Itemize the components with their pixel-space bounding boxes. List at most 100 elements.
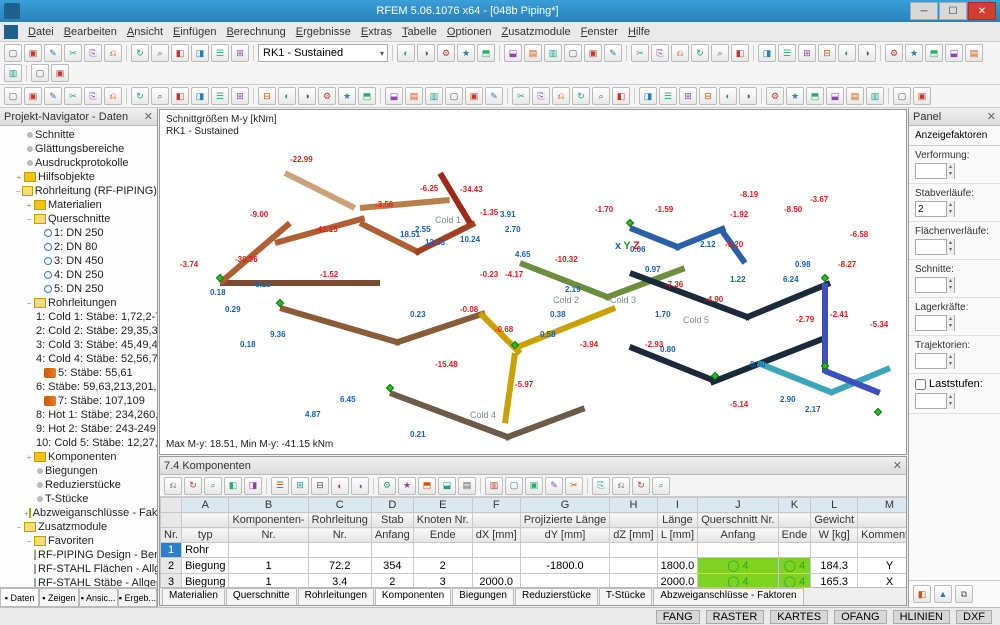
toolbar-button[interactable]: ◐: [719, 87, 737, 105]
tree-item[interactable]: −Querschnitte: [0, 212, 157, 226]
table-tool-button[interactable]: ✂: [565, 477, 583, 495]
toolbar-button[interactable]: ⊞: [231, 44, 249, 62]
toolbar-button[interactable]: ✎: [604, 44, 622, 62]
toolbar-button[interactable]: ⊟: [699, 87, 717, 105]
toolbar-button[interactable]: ◐: [397, 44, 415, 62]
table-close-icon[interactable]: ✕: [893, 459, 902, 472]
nav-tab-0[interactable]: ▪ Daten: [0, 588, 39, 607]
table-tool-button[interactable]: ★: [398, 477, 416, 495]
tree-item[interactable]: 4: Cold 4: Stäbe: 52,56,73,5: [0, 352, 157, 366]
laststufen-checkbox[interactable]: Laststufen:: [915, 378, 994, 390]
tree-item[interactable]: 5: DN 250: [0, 282, 157, 296]
toolbar-button[interactable]: ◨: [191, 44, 209, 62]
tree-item[interactable]: −Rohrleitungen: [0, 296, 157, 310]
tree-item[interactable]: Glättungsbereiche: [0, 142, 157, 156]
factor-spinner[interactable]: [915, 353, 955, 369]
toolbar-button[interactable]: ▢: [31, 64, 49, 82]
toolbar-button[interactable]: ▢: [4, 44, 22, 62]
status-dxf[interactable]: DXF: [956, 610, 992, 624]
panel-icon-3[interactable]: ⧉: [955, 585, 973, 603]
toolbar-button[interactable]: ⬓: [945, 44, 963, 62]
table-tool-button[interactable]: ⎌: [164, 477, 182, 495]
navigator-tree[interactable]: SchnitteGlättungsbereicheAusdruckprotoko…: [0, 126, 157, 587]
toolbar-button[interactable]: ◐: [838, 44, 856, 62]
tree-item[interactable]: 10: Cold 5: Stäbe: 12,27,74: [0, 436, 157, 450]
menu-hilfe[interactable]: Hilfe: [628, 26, 650, 38]
tree-item[interactable]: −Zusatzmodule: [0, 520, 157, 534]
tree-item[interactable]: Schnitte: [0, 128, 157, 142]
nav-tab-1[interactable]: ▪ Zeigen: [39, 588, 78, 607]
menu-extras[interactable]: Extras: [361, 26, 392, 38]
status-ofang[interactable]: OFANG: [834, 610, 887, 624]
table-tool-button[interactable]: ▣: [525, 477, 543, 495]
toolbar-button[interactable]: ⎘: [532, 87, 550, 105]
toolbar-button[interactable]: ▣: [51, 64, 69, 82]
menu-fenster[interactable]: Fenster: [581, 26, 618, 38]
toolbar-button[interactable]: ✂: [631, 44, 649, 62]
toolbar-button[interactable]: ★: [457, 44, 475, 62]
toolbar-button[interactable]: ▣: [24, 44, 42, 62]
toolbar-button[interactable]: ✂: [512, 87, 530, 105]
tree-item[interactable]: +Komponenten: [0, 450, 157, 464]
toolbar-button[interactable]: ⬓: [826, 87, 844, 105]
toolbar-button[interactable]: ★: [338, 87, 356, 105]
tree-item[interactable]: 3: Cold 3: Stäbe: 45,49,46,: [0, 338, 157, 352]
table-tool-button[interactable]: ⎌: [612, 477, 630, 495]
toolbar-button[interactable]: ▤: [524, 44, 542, 62]
menu-datei[interactable]: Datei: [28, 26, 54, 38]
toolbar-button[interactable]: ✎: [485, 87, 503, 105]
tree-item[interactable]: 1: Cold 1: Stäbe: 1,72,2-7,4: [0, 310, 157, 324]
toolbar-button[interactable]: ⎘: [84, 44, 102, 62]
toolbar-button[interactable]: ▣: [465, 87, 483, 105]
table-tool-button[interactable]: ▢: [505, 477, 523, 495]
tree-item[interactable]: 2: DN 80: [0, 240, 157, 254]
toolbar-button[interactable]: ⊟: [818, 44, 836, 62]
toolbar-button[interactable]: ⚙: [318, 87, 336, 105]
toolbar-button[interactable]: ◨: [639, 87, 657, 105]
minimize-button[interactable]: ─: [910, 2, 938, 20]
toolbar-button[interactable]: ▣: [913, 87, 931, 105]
factor-spinner[interactable]: [915, 277, 955, 293]
table-tool-button[interactable]: ◑: [351, 477, 369, 495]
toolbar-button[interactable]: ↻: [572, 87, 590, 105]
menu-berechnung[interactable]: Berechnung: [226, 26, 285, 38]
tree-item[interactable]: 6: Stäbe: 59,63,213,201,20: [0, 380, 157, 394]
factor-spinner[interactable]: [915, 239, 955, 255]
table-tool-button[interactable]: ↻: [632, 477, 650, 495]
toolbar-button[interactable]: ▥: [866, 87, 884, 105]
menu-einfügen[interactable]: Einfügen: [173, 26, 216, 38]
toolbar-button[interactable]: ✂: [64, 87, 82, 105]
table-tool-button[interactable]: ◧: [224, 477, 242, 495]
toolbar-button[interactable]: ▢: [893, 87, 911, 105]
tree-item[interactable]: RF-STAHL Flächen - Allgeme: [0, 562, 157, 576]
toolbar-button[interactable]: ▥: [544, 44, 562, 62]
toolbar-button[interactable]: ⬒: [358, 87, 376, 105]
toolbar-button[interactable]: ◑: [298, 87, 316, 105]
table-tool-button[interactable]: ⬒: [418, 477, 436, 495]
nav-tab-3[interactable]: ▪ Ergeb...: [118, 588, 157, 607]
menu-optionen[interactable]: Optionen: [447, 26, 492, 38]
toolbar-button[interactable]: ▤: [405, 87, 423, 105]
table-grid-wrap[interactable]: ABCDEFGHIJKLMNKomponenten-RohrleitungSta…: [160, 497, 906, 587]
toolbar-button[interactable]: ◑: [417, 44, 435, 62]
model-viewport[interactable]: Schnittgrößen M-y [kNm] RK1 - Sustained …: [159, 109, 907, 455]
tree-item[interactable]: −Favoriten: [0, 534, 157, 548]
table-row[interactable]: 1Rohr: [161, 543, 907, 558]
factor-spinner[interactable]: [915, 315, 955, 331]
toolbar-button[interactable]: ⬓: [385, 87, 403, 105]
menu-tabelle[interactable]: Tabelle: [402, 26, 437, 38]
maximize-button[interactable]: ☐: [939, 2, 967, 20]
toolbar-button[interactable]: ▤: [846, 87, 864, 105]
toolbar-button[interactable]: ⎌: [104, 44, 122, 62]
tree-item[interactable]: RF-STAHL Stäbe - Allgemeine: [0, 576, 157, 587]
toolbar-button[interactable]: ↻: [131, 87, 149, 105]
toolbar-button[interactable]: ✂: [64, 44, 82, 62]
toolbar-button[interactable]: ⎌: [671, 44, 689, 62]
nav-tab-2[interactable]: ▪ Ansic...: [79, 588, 118, 607]
sheet-tab[interactable]: Materialien: [162, 588, 225, 605]
panel-close-icon[interactable]: ✕: [987, 110, 996, 123]
tree-item[interactable]: +Abzweiganschlüsse - Faktore: [0, 506, 157, 520]
toolbar-button[interactable]: ⊞: [798, 44, 816, 62]
tree-item[interactable]: 4: DN 250: [0, 268, 157, 282]
toolbar-button[interactable]: ⚙: [437, 44, 455, 62]
